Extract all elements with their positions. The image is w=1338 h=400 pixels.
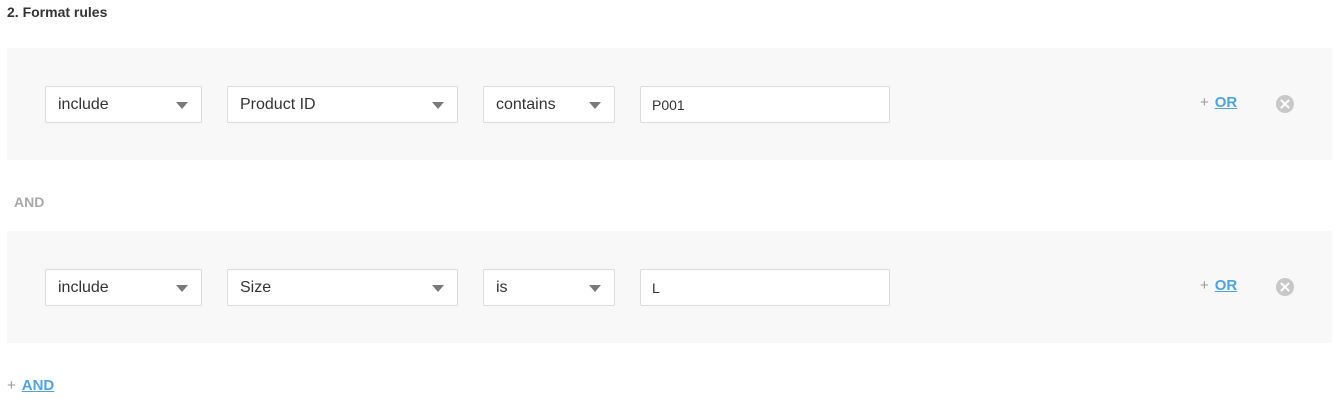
rule-row: include Size is + OR: [7, 231, 1332, 343]
close-circle-icon: [1276, 95, 1294, 113]
value-input[interactable]: [640, 269, 890, 306]
close-circle-icon: [1276, 278, 1294, 296]
remove-rule-button[interactable]: [1275, 277, 1295, 297]
caret-down-icon: [432, 102, 444, 109]
caret-down-icon: [176, 285, 188, 292]
mode-select[interactable]: include: [45, 86, 202, 123]
caret-down-icon: [432, 285, 444, 292]
caret-down-icon: [589, 285, 601, 292]
rule-row: include Product ID contains + OR: [7, 48, 1332, 160]
value-input[interactable]: [640, 86, 890, 123]
plus-icon: +: [1200, 94, 1209, 111]
add-or-button[interactable]: + OR: [1200, 277, 1237, 294]
caret-down-icon: [589, 102, 601, 109]
operator-select[interactable]: is: [483, 269, 615, 306]
and-connector-label: AND: [14, 194, 45, 210]
add-and-button[interactable]: + AND: [7, 377, 54, 394]
add-and-link[interactable]: AND: [22, 377, 55, 394]
field-select[interactable]: Size: [227, 269, 458, 306]
field-select[interactable]: Product ID: [227, 86, 458, 123]
plus-icon: +: [7, 377, 16, 394]
plus-icon: +: [1200, 277, 1209, 294]
add-or-link[interactable]: OR: [1215, 94, 1238, 111]
field-select-value: Size: [240, 278, 272, 296]
format-rules-panel: 2. Format rules include Product ID conta…: [0, 0, 1338, 400]
add-or-link[interactable]: OR: [1215, 277, 1238, 294]
mode-select-value: include: [58, 278, 109, 296]
mode-select[interactable]: include: [45, 269, 202, 306]
remove-rule-button[interactable]: [1275, 94, 1295, 114]
section-title: 2. Format rules: [7, 4, 108, 20]
operator-select[interactable]: contains: [483, 86, 615, 123]
mode-select-value: include: [58, 95, 109, 113]
operator-select-value: is: [496, 278, 508, 296]
add-or-button[interactable]: + OR: [1200, 94, 1237, 111]
operator-select-value: contains: [496, 95, 556, 113]
caret-down-icon: [176, 102, 188, 109]
field-select-value: Product ID: [240, 95, 316, 113]
